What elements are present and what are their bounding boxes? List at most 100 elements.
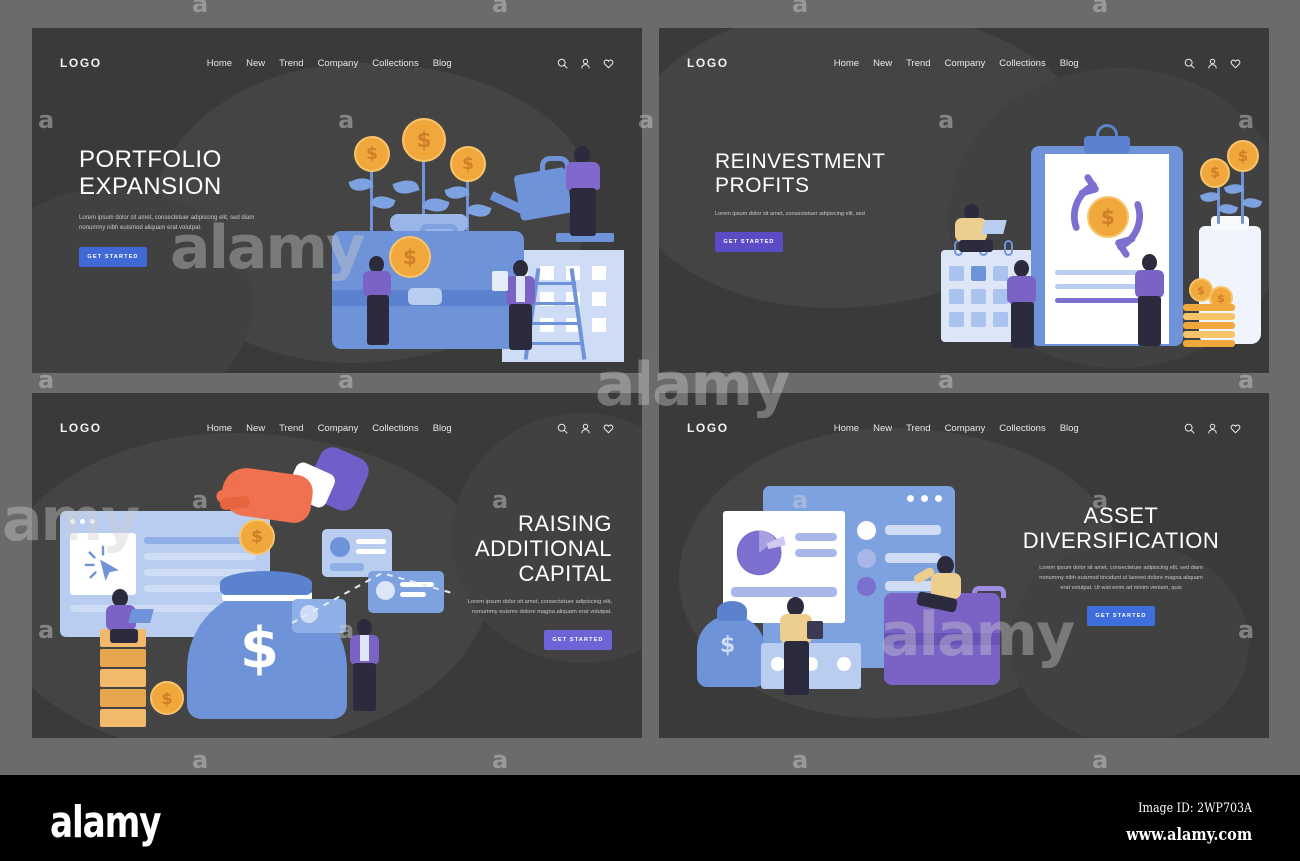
nav-link-blog[interactable]: Blog [1060, 423, 1079, 434]
watermark-letter: a [1092, 746, 1109, 774]
nav-link-trend[interactable]: Trend [906, 423, 930, 434]
coin-stack [1183, 340, 1235, 347]
nav-link-collections[interactable]: Collections [372, 58, 418, 69]
calendar-cell [949, 266, 964, 281]
person-shirt [516, 276, 525, 302]
browser-line [885, 553, 941, 563]
hero-body: Lorem ipsum dolor sit amet, consectetuer… [1039, 565, 1203, 591]
coin-large: $ [1087, 196, 1129, 238]
person-legs [367, 295, 389, 345]
building-window [592, 292, 606, 306]
nav-icons [1184, 58, 1241, 69]
nav-link-home[interactable]: Home [207, 58, 232, 69]
nav-link-home[interactable]: Home [834, 58, 859, 69]
nav-link-trend[interactable]: Trend [279, 58, 303, 69]
nav-link-trend[interactable]: Trend [906, 58, 930, 69]
coin: $ [150, 681, 184, 715]
hero-body: Lorem ipsum dolor sit amet, consectetuer… [79, 214, 255, 232]
calendar-cell [971, 266, 986, 281]
search-icon[interactable] [557, 423, 568, 434]
navbar: LOGO Home New Trend Company Collections … [659, 56, 1269, 70]
plant-leaf [466, 200, 492, 221]
person-legs [570, 188, 596, 236]
person-head [357, 619, 372, 636]
nav-link-new[interactable]: New [873, 423, 892, 434]
watermark-letter: a [192, 746, 209, 774]
person-legs [509, 304, 532, 350]
nav-link-collections[interactable]: Collections [999, 423, 1045, 434]
coin: $ [1200, 158, 1230, 188]
nav-icons [557, 423, 614, 434]
hero-title-line-1: RAISING [518, 511, 612, 536]
coin-large: $ [389, 236, 431, 278]
ladder-step [530, 322, 580, 325]
nav-link-trend[interactable]: Trend [279, 423, 303, 434]
nav-logo[interactable]: LOGO [60, 421, 102, 435]
navbar: LOGO Home New Trend Company Collections … [659, 421, 1269, 435]
plant-leaf [392, 176, 420, 198]
nav-link-collections[interactable]: Collections [999, 58, 1045, 69]
hero-title: REINVESTMENT PROFITS [715, 150, 945, 198]
person-shirt [360, 635, 369, 661]
heart-icon[interactable] [603, 423, 614, 434]
nav-logo[interactable]: LOGO [687, 421, 729, 435]
nav-link-home[interactable]: Home [207, 423, 232, 434]
user-icon[interactable] [1207, 58, 1218, 69]
coin-falling: $ [239, 519, 275, 555]
building-window [540, 318, 554, 332]
briefcase-stripe [884, 633, 1000, 645]
clipboard [807, 621, 823, 639]
nav-link-blog[interactable]: Blog [1060, 58, 1079, 69]
nav-link-company[interactable]: Company [318, 58, 359, 69]
coin-stack-bill [100, 709, 146, 727]
nav-link-collections[interactable]: Collections [372, 423, 418, 434]
browser-line [885, 525, 941, 535]
calendar-cell [949, 312, 964, 327]
user-icon[interactable] [580, 423, 591, 434]
hero-title-line-1: REINVESTMENT [715, 150, 886, 173]
hero-asset-diversification: ASSET DIVERSIFICATION Lorem ipsum dolor … [995, 503, 1247, 626]
building-window [540, 266, 554, 280]
nav-link-company[interactable]: Company [318, 423, 359, 434]
user-icon[interactable] [1207, 423, 1218, 434]
clipboard [492, 271, 508, 291]
get-started-button[interactable]: GET STARTED [715, 231, 783, 252]
user-icon[interactable] [580, 58, 591, 69]
hero-title: RAISING ADDITIONAL CAPITAL [394, 511, 612, 586]
nav-link-company[interactable]: Company [945, 58, 986, 69]
nav-link-new[interactable]: New [246, 423, 265, 434]
nav-link-new[interactable]: New [246, 58, 265, 69]
nav-logo[interactable]: LOGO [60, 56, 102, 70]
nav-link-home[interactable]: Home [834, 423, 859, 434]
nav-logo[interactable]: LOGO [687, 56, 729, 70]
ladder-step [534, 282, 576, 285]
hero-title: PORTFOLIO EXPANSION [79, 146, 304, 201]
get-started-button[interactable]: GET STARTED [1087, 605, 1155, 626]
nav-link-blog[interactable]: Blog [433, 58, 452, 69]
alamy-logo: alamy [50, 797, 162, 848]
screenshot-stage: LOGO Home New Trend Company Collections … [0, 0, 1300, 861]
heart-icon[interactable] [603, 58, 614, 69]
search-icon[interactable] [557, 58, 568, 69]
get-started-button[interactable]: GET STARTED [79, 246, 147, 267]
banknote-circle [837, 657, 851, 671]
browser-dot [921, 495, 928, 502]
search-icon[interactable] [1184, 423, 1195, 434]
browser-dot [935, 495, 942, 502]
search-icon[interactable] [1184, 58, 1195, 69]
money-bag-dollar: $ [720, 633, 736, 658]
nav-link-new[interactable]: New [873, 58, 892, 69]
heart-icon[interactable] [1230, 58, 1241, 69]
nav-link-blog[interactable]: Blog [433, 423, 452, 434]
person-head [513, 260, 528, 277]
nav-link-company[interactable]: Company [945, 423, 986, 434]
heart-icon[interactable] [1230, 423, 1241, 434]
plant-stem [1241, 166, 1244, 224]
panel-asset-diversification: LOGO Home New Trend Company Collections … [659, 393, 1269, 738]
calendar-cell [993, 266, 1008, 281]
pie-chart-icon [736, 530, 786, 576]
coin-stack [1183, 304, 1235, 311]
nav-icons [1184, 423, 1241, 434]
get-started-button[interactable]: GET STARTED [544, 629, 612, 650]
browser-dot [90, 519, 95, 524]
